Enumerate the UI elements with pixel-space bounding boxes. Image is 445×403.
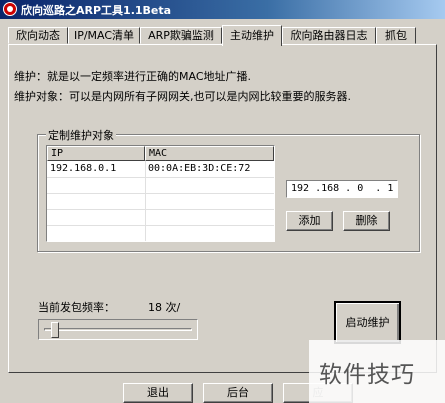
add-button[interactable]: 添加 <box>286 211 333 231</box>
row-ip: 192.168.0.1 <box>50 163 117 174</box>
delete-button[interactable]: 删除 <box>343 211 390 231</box>
start-maintenance-button[interactable]: 启动维护 <box>334 301 401 344</box>
description-line-2: 维护对象：可以是内网所有子网网关,也可以是内网比较重要的服务器. <box>14 90 351 103</box>
app-icon <box>3 2 17 16</box>
table-row-empty <box>47 177 274 194</box>
table-row-empty <box>47 209 274 226</box>
description-line-1: 维护：就是以一定频率进行正确的MAC地址广播. <box>14 70 251 83</box>
frequency-slider[interactable] <box>38 319 198 340</box>
ip-address-field[interactable]: 192 .168 . 0 . 1 <box>286 180 398 198</box>
column-header-ip[interactable]: IP <box>47 146 145 161</box>
column-header-mac[interactable]: MAC <box>145 146 274 161</box>
title-bar: 欣向巡路之ARP工具1.1Beta <box>0 0 445 19</box>
row-mac: 00:0A:EB:3D:CE:72 <box>148 163 251 174</box>
tab-capture[interactable]: 抓包 <box>376 27 416 44</box>
background-button[interactable]: 后台 <box>203 383 273 403</box>
group-title: 定制维护对象 <box>46 127 116 143</box>
frequency-label: 当前发包频率： <box>38 301 115 314</box>
frequency-value: 18 次/ <box>148 301 181 314</box>
window-title: 欣向巡路之ARP工具1.1Beta <box>21 4 172 17</box>
tab-arp-spoof-monitor[interactable]: ARP欺骗监测 <box>140 27 222 44</box>
target-list[interactable]: IP MAC 192.168.0.1 00:0A:EB:3D:CE:72 <box>46 145 275 242</box>
slider-thumb[interactable] <box>51 322 59 338</box>
watermark-text: 软件技巧 <box>319 362 415 388</box>
table-row-empty <box>47 225 274 241</box>
watermark-overlay: 软件技巧 <box>309 340 445 403</box>
tab-ip-mac-list[interactable]: IP/MAC清单 <box>68 27 140 44</box>
slider-groove <box>44 328 192 331</box>
tab-active-maintenance[interactable]: 主动维护 <box>222 25 282 46</box>
table-row-empty <box>47 193 274 210</box>
list-header: IP MAC <box>47 146 274 161</box>
tab-router-log[interactable]: 欣向路由器日志 <box>282 27 376 44</box>
tab-xinxiang-dynamic[interactable]: 欣向动态 <box>8 27 68 44</box>
table-row[interactable]: 192.168.0.1 00:0A:EB:3D:CE:72 <box>47 161 274 178</box>
maintenance-target-group: 定制维护对象 IP MAC 192.168.0.1 00:0A:EB:3D:CE… <box>37 127 420 252</box>
exit-button[interactable]: 退出 <box>123 383 193 403</box>
